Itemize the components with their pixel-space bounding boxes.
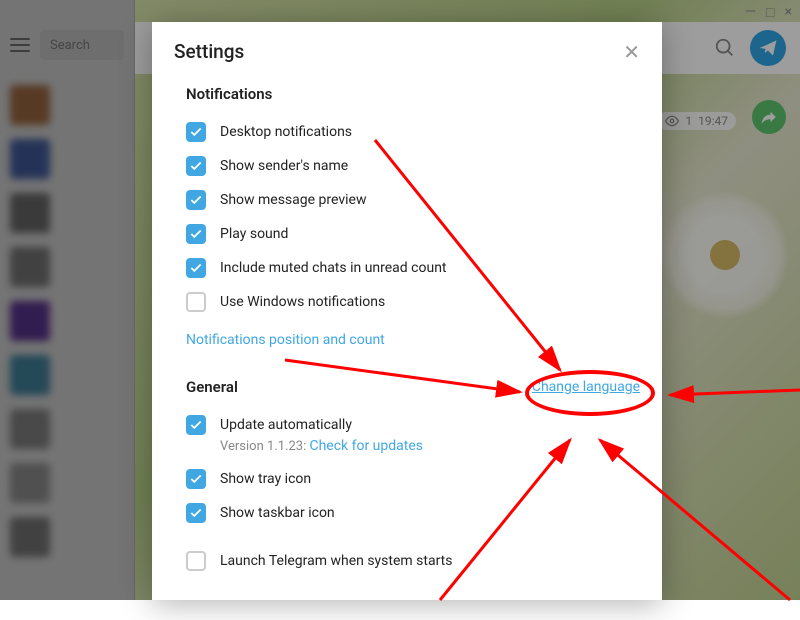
launch-startup-setting[interactable]: Launch Telegram when system starts [186,544,640,578]
checkbox-icon[interactable] [186,503,206,523]
setting-label: Desktop notifications [220,124,352,140]
setting-label: Show tray icon [220,471,311,487]
settings-modal: Settings ✕ Notifications Desktop notific… [152,22,662,600]
notification-setting-4[interactable]: Include muted chats in unread count [186,251,640,285]
close-window-icon[interactable]: × [785,4,792,21]
modal-title: Settings [174,40,244,63]
taskbar-icon-setting[interactable]: Show taskbar icon [186,496,640,530]
checkbox-icon[interactable] [186,156,206,176]
window-controls: — □ × [737,0,800,25]
checkbox-icon[interactable] [186,292,206,312]
notifications-position-link[interactable]: Notifications position and count [186,332,385,348]
checkbox-icon[interactable] [186,122,206,142]
setting-label: Show taskbar icon [220,505,335,521]
update-auto-setting[interactable]: Update automatically [186,408,640,442]
checkbox-icon[interactable] [186,190,206,210]
close-icon[interactable]: ✕ [623,42,640,62]
setting-label: Use Windows notifications [220,294,385,310]
notification-setting-0[interactable]: Desktop notifications [186,115,640,149]
setting-label: Include muted chats in unread count [220,260,447,276]
checkbox-icon[interactable] [186,415,206,435]
setting-label: Show message preview [220,192,366,208]
general-header: General [186,378,238,396]
setting-label: Update automatically [220,417,352,433]
notification-setting-5[interactable]: Use Windows notifications [186,285,640,319]
notification-setting-3[interactable]: Play sound [186,217,640,251]
setting-label: Play sound [220,226,288,242]
tray-icon-setting[interactable]: Show tray icon [186,462,640,496]
change-language-link[interactable]: Change language [532,379,640,395]
minimize-icon[interactable]: — [745,4,756,21]
checkbox-icon[interactable] [186,224,206,244]
setting-label: Launch Telegram when system starts [220,553,452,569]
notification-setting-2[interactable]: Show message preview [186,183,640,217]
checkbox-icon[interactable] [186,551,206,571]
notifications-header: Notifications [186,85,640,103]
check-updates-link[interactable]: Check for updates [309,438,423,454]
version-row: Version 1.1.23: Check for updates [186,438,640,454]
checkbox-icon[interactable] [186,469,206,489]
notification-setting-1[interactable]: Show sender's name [186,149,640,183]
setting-label: Show sender's name [220,158,348,174]
checkbox-icon[interactable] [186,258,206,278]
maximize-icon[interactable]: □ [766,4,774,21]
